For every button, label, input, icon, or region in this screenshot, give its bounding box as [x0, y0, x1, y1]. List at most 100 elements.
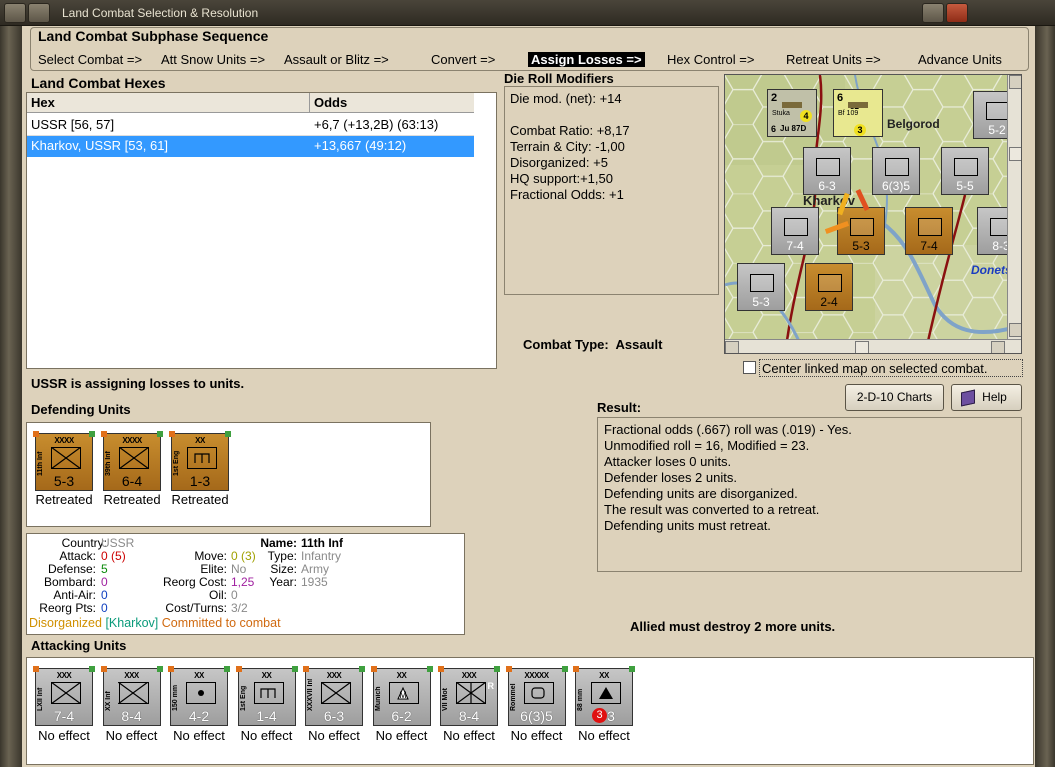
result-line: Unmodified roll = 16, Modified = 23. — [604, 438, 810, 453]
map-vertical-scrollbar[interactable] — [1007, 75, 1021, 339]
unit-name: XX Inf — [104, 691, 112, 711]
column-header-hex[interactable]: Hex — [27, 93, 310, 113]
scroll-left-arrow[interactable] — [725, 341, 739, 353]
unit-strength: 6(3)5 — [520, 708, 553, 724]
unit-counter[interactable]: XXX XX Inf 8-4 — [100, 666, 163, 726]
defense-value: 5 — [101, 562, 108, 576]
scroll-up-arrow[interactable] — [1009, 75, 1021, 89]
allied-message: Allied must destroy 2 more units. — [630, 619, 836, 634]
modifiers-panel: Die mod. (net): +14 Combat Ratio: +8,17 T… — [504, 86, 719, 295]
unit-status: Retreated — [171, 492, 229, 507]
map-air-unit: 6Bf 109523 — [833, 89, 883, 137]
name-value: 11th Inf — [301, 536, 344, 550]
unit-counter[interactable]: XX Munich M 6-2 — [370, 666, 433, 726]
modifier-line: Disorganized: +5 — [510, 155, 608, 170]
unit-symbol: M — [388, 682, 419, 704]
air-unit-sub2: 6 — [771, 124, 777, 134]
result-line: The result was converted to a retreat. — [604, 502, 820, 517]
mountain-letter: M — [399, 690, 407, 700]
unit-status: No effect — [510, 728, 563, 743]
unit-counter[interactable]: XX 150 mm 4-2 — [168, 666, 230, 726]
unit-counter[interactable]: XXXX 11th Inf 5-3 — [33, 431, 95, 491]
engineer-symbol-icon — [260, 687, 276, 698]
infantry-symbol-icon — [118, 446, 149, 469]
window-frame-right — [1035, 26, 1055, 767]
modifier-line — [510, 107, 713, 123]
unit-counter[interactable]: XXX LXII Inf 7-4 — [33, 666, 95, 726]
unit-counter[interactable]: XXXX 39th Inf 6-4 — [101, 431, 163, 491]
air-unit-value: 6 — [837, 92, 844, 104]
mountain-symbol-icon: M — [397, 686, 409, 700]
unit-strength: 6-2 — [391, 708, 412, 724]
subphase-step: Hex Control => — [667, 52, 755, 67]
infantry-symbol-icon — [320, 681, 351, 704]
unit-name: 11th Inf — [37, 451, 44, 476]
result-line: Defending units must retreat. — [604, 518, 771, 533]
attack-value: 0 (5) — [101, 549, 126, 563]
unit-symbol — [187, 447, 217, 469]
move-label: Move: — [194, 549, 227, 563]
unit-counter[interactable]: XXXXX Rommel 6(3)5 — [505, 666, 568, 726]
column-header-odds[interactable]: Odds — [310, 93, 474, 113]
country-label: Country: — [61, 536, 107, 550]
air-unit-badge: 3 — [854, 124, 866, 136]
unit-counter[interactable]: XXX XXXVII Inf 6-3 — [303, 666, 365, 726]
bombard-label: Bombard: — [43, 575, 96, 589]
minimize-button[interactable] — [28, 3, 50, 23]
type-value: Infantry — [301, 549, 342, 563]
title-bar: Land Combat Selection & Resolution — [0, 0, 1055, 26]
book-icon — [961, 389, 975, 407]
hex-row[interactable]: Kharkov, USSR [53, 61] +13,667 (49:12) — [27, 136, 474, 157]
scroll-right-arrow[interactable] — [991, 341, 1005, 353]
unit-status: No effect — [105, 728, 158, 743]
antiair-value: 0 — [101, 588, 108, 602]
system-menu-button[interactable] — [4, 3, 26, 23]
map-unit-symbol — [750, 274, 774, 292]
unit-name: Rommel — [509, 683, 517, 711]
map-unit-counter: 5-5 — [941, 147, 989, 195]
linked-map[interactable]: Belgorod Kharkov Donets 2 Stuka Ju 87D 4 6 6 Bf 1… — [724, 74, 1022, 354]
center-map-label[interactable]: Center linked map on selected combat. — [759, 359, 1023, 377]
charts-button[interactable]: 2-D-10 Charts — [845, 384, 944, 411]
unit-info-panel: Country: USSR Attack: 0 (5) Defense: 5 B… — [26, 533, 465, 635]
unit-symbol — [523, 682, 554, 704]
map-horizontal-scrollbar[interactable] — [725, 339, 1021, 353]
center-map-checkbox[interactable] — [743, 361, 756, 374]
help-button-label: Help — [982, 390, 1007, 404]
vertical-scroll-thumb[interactable] — [1009, 147, 1021, 161]
hex-cell: Kharkov, USSR [53, 61] — [31, 138, 169, 153]
restore-button[interactable] — [922, 3, 944, 23]
subphase-step: Convert => — [431, 52, 496, 67]
unit-name: 150 mm — [172, 684, 179, 711]
result-line: Defending units are disorganized. — [604, 486, 798, 501]
unit-counter[interactable]: XX 88 mm 3 3 — [573, 666, 635, 726]
size-value: Army — [301, 562, 329, 576]
aa-symbol-icon — [598, 686, 613, 699]
unit-name: 1st Eng — [239, 685, 247, 711]
unit-status: No effect — [38, 728, 90, 743]
unit-badge: 3 — [592, 708, 607, 723]
horizontal-scroll-thumb[interactable] — [855, 341, 869, 353]
hex-row[interactable]: USSR [56, 57] +6,7 (+13,2B) (63:13) — [27, 115, 474, 136]
unit-symbol — [118, 446, 149, 469]
unit-strength: 1-3 — [189, 473, 211, 489]
map-unit-counter: 7-4 — [905, 207, 953, 255]
subphase-step: Assault or Blitz => — [284, 52, 389, 67]
attacking-title: Attacking Units — [31, 638, 127, 653]
unit-counter[interactable]: XXX VII Mot 8-4 R — [438, 666, 500, 726]
help-button[interactable]: Help — [951, 384, 1022, 411]
name-label: Name: — [260, 536, 297, 550]
map-unit-symbol — [784, 218, 808, 236]
unit-strength: 8-4 — [121, 708, 142, 724]
unit-counter[interactable]: XX 1st Eng 1-4 — [235, 666, 298, 726]
attacking-units-panel: XXX LXII Inf 7-4 No effect XXX XX Inf 8-4 No ef… — [26, 657, 1034, 765]
combat-type-value: Assault — [615, 337, 663, 352]
map-label-belgorod: Belgorod — [887, 117, 940, 131]
year-value: 1935 — [301, 575, 328, 589]
close-button[interactable] — [946, 3, 968, 23]
unit-tag: R — [487, 681, 495, 691]
air-unit-badge: 4 — [800, 110, 812, 122]
scroll-down-arrow[interactable] — [1009, 323, 1021, 337]
unit-counter[interactable]: XX 1st Eng 1-3 — [169, 431, 231, 491]
antiair-label: Anti-Air: — [53, 588, 96, 602]
